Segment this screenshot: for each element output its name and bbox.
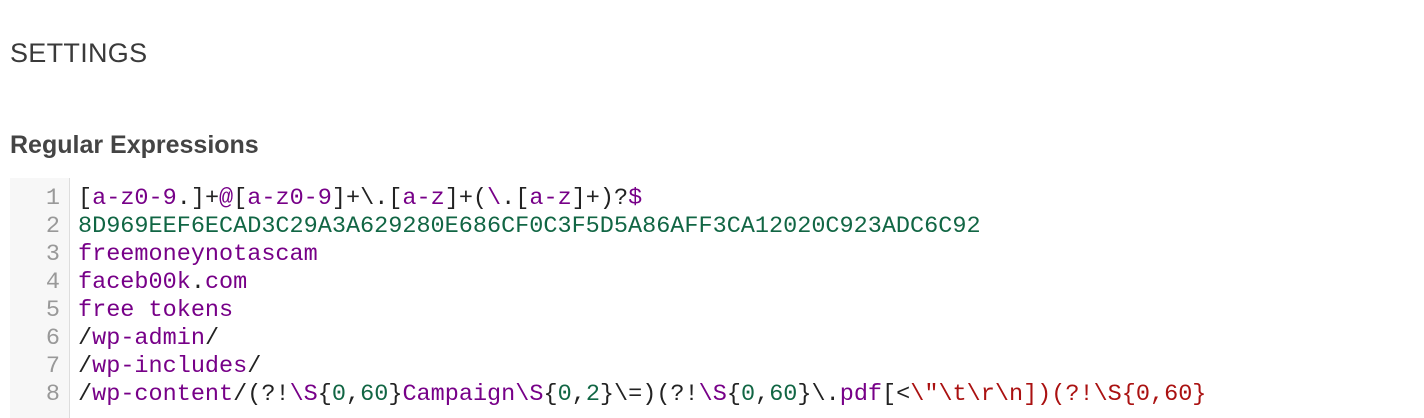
section-label-regular-expressions: Regular Expressions	[10, 131, 259, 159]
line-content: free tokens	[78, 297, 233, 325]
code-token: wp-includes	[92, 353, 248, 380]
line-content: 8D969EEF6ECAD3C29A3A629280E686CF0C3F5D5A…	[78, 213, 981, 241]
code-token: $	[628, 185, 643, 212]
code-token: .	[190, 269, 205, 296]
code-token: ]+)?	[571, 185, 629, 212]
line-number: 5	[45, 297, 60, 324]
code-token: {	[543, 381, 558, 408]
code-token: /	[204, 325, 220, 352]
code-token: wp-admin	[92, 325, 205, 352]
code-token: ,	[571, 381, 586, 408]
line-content: /wp-admin/	[78, 325, 219, 353]
line-content: freemoneynotascam	[78, 241, 318, 269]
code-token: free tokens	[78, 297, 234, 324]
code-token: }\.	[797, 381, 840, 408]
code-token: 0	[740, 381, 756, 408]
code-token: ]+(	[444, 185, 488, 212]
line-content: faceb00k.com	[78, 269, 247, 297]
code-token: \S	[515, 381, 544, 408]
regex-code-editor[interactable]: 1 [a-z0-9.]+@[a-z0-9]+\.[a-z]+(\.[a-z]+)?…	[10, 178, 1424, 418]
code-token: \	[487, 185, 502, 212]
code-token: 0	[557, 381, 572, 408]
line-number: 2	[45, 213, 60, 240]
line-number: 3	[45, 241, 60, 268]
code-token: com	[204, 269, 248, 296]
code-token: }\=)(?!	[599, 381, 699, 408]
code-token: 60	[769, 381, 798, 408]
code-token: \"\t\r\n])(?!\S{0,60}	[910, 381, 1207, 408]
code-token: /(?!	[233, 381, 290, 408]
line-number: 1	[45, 185, 60, 212]
line-number: 7	[45, 353, 60, 380]
page-title: SETTINGS	[10, 38, 148, 68]
code-token: wp-content	[92, 381, 234, 408]
code-token: /	[78, 381, 93, 408]
code-token: }	[388, 381, 403, 408]
code-token: a-z	[402, 185, 445, 212]
code-token: {	[317, 381, 332, 408]
code-token: 60	[360, 381, 389, 408]
code-token: @	[219, 185, 234, 212]
code-token: a-z0-9	[247, 185, 332, 212]
code-token: [<	[882, 381, 911, 408]
code-token: .[	[501, 185, 530, 212]
line-number: 6	[45, 325, 60, 352]
line-number: 8	[45, 381, 60, 408]
code-token: freemoneynotascam	[78, 241, 318, 268]
code-token: 2	[585, 381, 600, 408]
code-token: ,	[346, 381, 361, 408]
code-token: /	[78, 325, 93, 352]
code-token: faceb00k	[78, 269, 191, 296]
code-token: .]+	[176, 185, 220, 212]
code-token: [	[233, 185, 248, 212]
line-number: 4	[45, 269, 60, 296]
code-token: 0	[331, 381, 346, 408]
code-token: pdf	[839, 381, 883, 408]
line-content: [a-z0-9.]+@[a-z0-9]+\.[a-z]+(\.[a-z]+)?$	[78, 185, 642, 213]
code-token: ,	[755, 381, 770, 408]
code-token: a-z0-9	[92, 185, 177, 212]
code-token: 8D969EEF6ECAD3C29A3A629280E686CF0C3F5D5A…	[78, 213, 981, 240]
line-content: /wp-includes/	[78, 353, 261, 381]
code-token: \S	[698, 381, 727, 408]
code-token: a-z	[529, 185, 572, 212]
code-token: Campaign	[402, 381, 516, 408]
code-token: /	[78, 353, 93, 380]
line-content: /wp-content/(?!\S{0,60}Campaign\S{0,2}\=…	[78, 381, 1206, 409]
code-token: ]+\.[	[331, 185, 403, 212]
code-token: {	[726, 381, 741, 408]
code-token: [	[78, 185, 93, 212]
code-token: \S	[289, 381, 318, 408]
code-token: /	[247, 353, 262, 380]
